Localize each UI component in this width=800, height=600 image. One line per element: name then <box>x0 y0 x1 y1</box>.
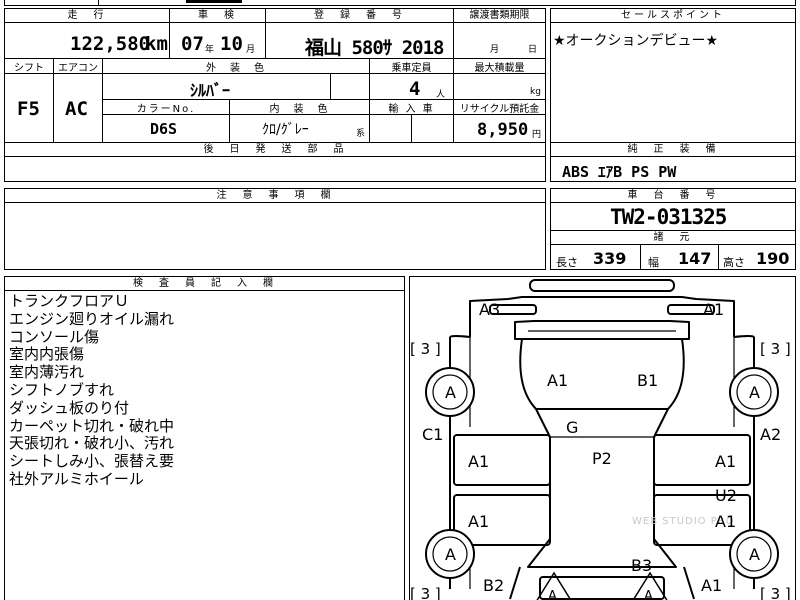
note-item: エンジン廻りオイル漏れ <box>9 309 175 328</box>
tire-tread-front-left: [ 3 ] <box>410 340 441 358</box>
recycle-header: リサイクル預託金 <box>459 104 540 115</box>
note-item: 室内内張傷 <box>9 345 85 364</box>
transfer-deadline-header: 譲渡書類期限 <box>454 9 545 23</box>
inspection-month: 10 <box>220 33 243 55</box>
note-item: シフトノブすれ <box>9 380 115 399</box>
sales-point-header: セールスポイント <box>551 9 795 23</box>
tire-tread-rear-right: [ 3 ] <box>760 585 791 600</box>
exterior-color-header: 外 装 色 <box>206 63 266 74</box>
later-parts-header: 後 日 発 送 部 品 <box>5 143 545 157</box>
specs-header: 諸 元 <box>551 231 795 245</box>
interior-color-header: 内 装 色 <box>269 104 330 115</box>
capacity-value: 4 <box>409 78 421 100</box>
mark-triangle-left: A <box>548 589 557 600</box>
transfer-day-unit: 日 <box>528 45 538 55</box>
mark-a1-right-rear: A1 <box>715 512 736 531</box>
windshield-outline <box>514 320 690 340</box>
mark-g: G <box>566 418 578 437</box>
note-item: トランクフロアＵ <box>9 292 130 310</box>
registration-value: 福山 580ｻ 2018 <box>305 37 444 59</box>
mark-wheel-rear-right: A <box>749 545 760 564</box>
mileage-unit: km <box>145 33 168 55</box>
shift-value: F5 <box>17 98 40 120</box>
note-item: カーペット切れ・破れ中 <box>9 416 175 435</box>
exterior-color-value: ｼﾙﾊﾞｰ <box>190 81 231 100</box>
height-value: 190 <box>756 249 790 268</box>
inspector-header: 検 査 員 記 入 欄 <box>5 277 404 291</box>
mark-p2: P2 <box>592 449 612 468</box>
capacity-header: 乗車定員 <box>391 63 432 74</box>
mark-wheel-rear-left: A <box>445 545 456 564</box>
chassis-number: TW2-031325 <box>610 205 727 229</box>
mark-b1-roof: B1 <box>637 371 658 390</box>
rear-outline <box>509 566 695 600</box>
shift-header: シフト <box>14 63 44 74</box>
note-item: シートしみ小、張替え要 <box>9 452 175 471</box>
equipment-value: ABS ｴｱB PS PW <box>562 163 677 181</box>
top-strip-remnant <box>4 0 796 6</box>
equipment-header: 純 正 装 備 <box>551 143 795 157</box>
mark-a1-right-front: A1 <box>715 452 736 471</box>
mileage-header: 走 行 <box>5 9 169 23</box>
sales-point-text: ★オークションデビュー★ <box>553 33 719 49</box>
note-item: 社外アルミホイール <box>9 469 144 488</box>
interior-color-value: ｸﾛ/ｸﾞﾚｰ <box>262 122 309 138</box>
roof-outline <box>519 338 685 410</box>
note-item: ダッシュ板のり付 <box>9 398 130 417</box>
import-header: 輸 入 車 <box>388 104 435 115</box>
max-load-unit: kg <box>530 87 541 97</box>
mark-u2: U2 <box>715 486 737 505</box>
mark-a1-left-front: A1 <box>468 452 489 471</box>
car-damage-diagram: WEB STUDIO PRO [ 3 ] [ 3 ] [ 3 ] [ 3 ] A… <box>410 279 791 600</box>
tire-tread-front-right: [ 3 ] <box>760 340 791 358</box>
max-load-header: 最大積載量 <box>474 63 525 74</box>
mark-a3: A3 <box>479 300 500 319</box>
height-label: 高さ <box>723 256 745 269</box>
transfer-month-unit: 月 <box>490 45 500 55</box>
mark-triangle-right: A <box>644 589 653 600</box>
inspection-header: 車 検 <box>170 9 265 23</box>
caution-header: 注 意 事 項 欄 <box>5 189 545 203</box>
interior-color-suffix: 系 <box>356 129 366 139</box>
length-value: 339 <box>593 249 627 268</box>
inspection-month-unit: 月 <box>246 45 256 55</box>
mark-a1-left-rear: A1 <box>468 512 489 531</box>
cropped-text-mark <box>186 0 242 3</box>
mark-a1-bottom-right: A1 <box>701 576 722 595</box>
inspection-year: 07 <box>181 33 204 55</box>
color-no-value: D6S <box>150 120 178 138</box>
mark-b3: B3 <box>631 556 652 575</box>
mark-a1-top-right: A1 <box>703 300 724 319</box>
mark-c1: C1 <box>422 425 443 444</box>
inspection-year-unit: 年 <box>205 45 215 55</box>
aircon-value: AC <box>65 98 88 120</box>
mark-b2: B2 <box>483 576 504 595</box>
mark-a1-roof: A1 <box>547 371 568 390</box>
front-bumper-bar <box>529 279 675 292</box>
length-label: 長さ <box>556 256 578 269</box>
registration-header: 登 録 番 号 <box>266 9 453 23</box>
width-label: 幅 <box>648 256 659 269</box>
mark-wheel-front-right: A <box>749 383 760 402</box>
chassis-header: 車 台 番 号 <box>551 189 795 203</box>
inspector-notes-list: トランクフロアＵ エンジン廻りオイル漏れ コンソール傷 室内内張傷 室内薄汚れ … <box>9 292 175 489</box>
mark-a2: A2 <box>760 425 781 444</box>
note-item: 室内薄汚れ <box>9 363 85 382</box>
mileage-value: 122,580 <box>70 33 151 55</box>
tire-tread-rear-left: [ 3 ] <box>410 585 441 600</box>
color-no-header: カラーNo. <box>136 104 196 115</box>
width-value: 147 <box>678 249 712 268</box>
recycle-value: 8,950 <box>477 120 529 140</box>
note-item: コンソール傷 <box>9 327 100 346</box>
mark-wheel-front-left: A <box>445 383 456 402</box>
recycle-unit: 円 <box>532 130 542 140</box>
note-item: 天張切れ・破れ小、汚れ <box>9 434 175 453</box>
aircon-header: エアコン <box>58 63 98 74</box>
